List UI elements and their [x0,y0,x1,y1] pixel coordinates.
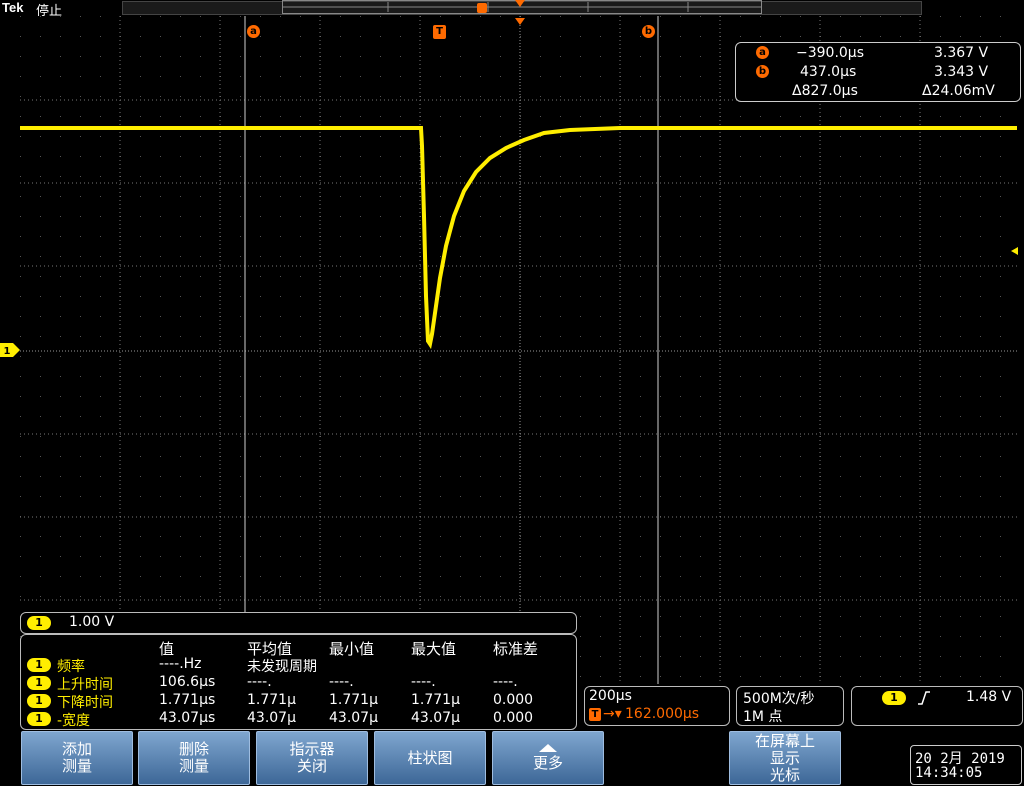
ch1-badge: 1 [27,712,51,726]
timebase-position: 162.000µs [625,706,700,722]
cursor-delta-time: Δ827.0µs [792,83,858,99]
ch1-badge: 1 [27,658,51,672]
cursor-b-time: 437.0µs [800,64,857,80]
ch1-badge: 1 [882,691,906,705]
time: 14:34:05 [915,765,983,781]
measurement-table[interactable]: 值 平均值 最小值 最大值 标准差 1 频率 ----.Hz 未发现周期 1 上… [20,634,577,730]
cursor-b-voltage: 3.343 V [934,64,989,80]
rising-edge-icon [918,691,930,705]
meas-value: 1.771µs [159,692,216,708]
meas-value: 43.07µs [159,710,216,726]
meas-min: 1.771µ [329,692,378,708]
svg-text:1: 1 [4,346,11,357]
meas-value: 106.6µs [159,674,216,690]
record-length: 1M 点 [743,709,783,725]
ch1-scale: 1.00 V [69,614,115,630]
timebase-scale: 200µs [589,688,632,704]
histogram-button[interactable]: 柱状图 [374,731,486,785]
trigger-level: 1.48 V [966,689,1012,705]
trigger-position-arrow-icon [515,0,525,7]
meas-name: 上升时间 [57,677,113,693]
meas-std: ----. [493,674,518,690]
trigger-offset-arrow-icon: →▾ [603,706,622,722]
trigger-badge-icon: T [589,708,601,721]
acquisition-box[interactable]: 500M次/秒 1M 点 [736,686,844,726]
more-button[interactable]: 更多 [492,731,604,785]
cursor-a-voltage: 3.367 V [934,45,989,61]
table-row[interactable]: 1 -宽度 43.07µs 43.07µ 43.07µ 43.07µ 0.000 [21,710,576,729]
waveform-display[interactable] [20,16,1017,684]
cursor-b-badge: b [756,65,769,78]
cursor-readout[interactable]: a −390.0µs 3.367 V b 437.0µs 3.343 V Δ82… [735,42,1021,102]
table-row[interactable]: 1 下降时间 1.771µs 1.771µ 1.771µ 1.771µ 0.00… [21,692,576,711]
table-row[interactable]: 1 上升时间 106.6µs ----. ----. ----. ----. [21,674,576,693]
brand-logo: Tek [2,0,24,15]
cursor-b-marker[interactable]: b [642,25,655,38]
meas-min: ----. [329,674,354,690]
cursor-delta-voltage: Δ24.06mV [922,83,995,99]
meas-name: 频率 [57,659,85,675]
trigger-level-arrow-icon [1011,247,1018,255]
meas-mean: 43.07µ [247,710,296,726]
cursor-a-marker[interactable]: a [247,25,260,38]
meas-max: 43.07µ [411,710,460,726]
meas-mean: 1.771µ [247,692,296,708]
sample-rate: 500M次/秒 [743,691,815,707]
ch1-reference-icon[interactable]: 1 [0,343,20,357]
delete-measurement-button[interactable]: 删除 测量 [138,731,250,785]
ch1-badge: 1 [27,676,51,690]
meas-value: ----.Hz [159,656,202,672]
up-arrow-icon [539,744,557,752]
meas-max: 1.771µ [411,692,460,708]
cursor-a-badge: a [756,46,769,59]
trigger-info-box[interactable]: 1 1.48 V [851,686,1023,726]
meas-max: ----. [411,674,436,690]
ch1-scale-box[interactable]: 1 1.00 V [20,612,577,634]
show-cursors-button[interactable]: 在屏幕上 显示 光标 [729,731,841,785]
ch1-badge: 1 [27,616,51,630]
meas-name: 下降时间 [57,695,113,711]
indicators-button[interactable]: 指示器 关闭 [256,731,368,785]
datetime-display: 20 2月 2019 14:34:05 [910,745,1022,785]
add-measurement-button[interactable]: 添加 测量 [21,731,133,785]
trigger-arrow-icon [515,18,525,25]
table-row[interactable]: 1 频率 ----.Hz 未发现周期 [21,656,576,675]
meas-min: 43.07µ [329,710,378,726]
ch1-badge: 1 [27,694,51,708]
meas-std: 0.000 [493,710,534,726]
meas-mean: 未发现周期 [247,659,317,675]
timebase-box[interactable]: 200µs T →▾ 162.000µs [584,686,730,726]
meas-std: 0.000 [493,692,534,708]
trigger-marker[interactable]: T [433,25,446,39]
record-trigger-icon [477,3,487,13]
meas-name: -宽度 [57,713,91,729]
meas-mean: ----. [247,674,272,690]
cursor-a-time: −390.0µs [796,45,865,61]
